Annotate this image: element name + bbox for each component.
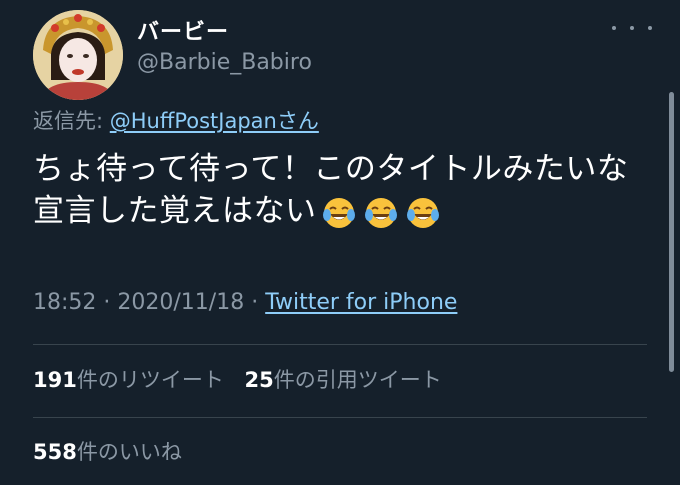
reply-to-line: 返信先: @HuffPostJapanさん xyxy=(33,105,319,135)
likes-count: 558 xyxy=(33,440,77,464)
tweet-detail: バービー @Barbie_Babiro 返信先: @HuffPostJapanさ… xyxy=(0,0,680,485)
tweet-meta: 18:52 · 2020/11/18 · Twitter for iPhone xyxy=(33,290,457,315)
retweets-stat[interactable]: 191件のリツイート xyxy=(33,368,224,392)
divider xyxy=(33,344,647,345)
meta-separator: · xyxy=(96,290,118,315)
face-with-tears-of-joy-icon xyxy=(406,197,439,228)
display-name[interactable]: バービー xyxy=(137,14,229,46)
quotes-label: 件の引用ツイート xyxy=(273,368,442,392)
retweets-count: 191 xyxy=(33,368,77,392)
quotes-stat[interactable]: 25件の引用ツイート xyxy=(245,368,442,392)
face-with-tears-of-joy-icon xyxy=(364,197,397,228)
meta-separator: · xyxy=(244,290,266,315)
retweets-label: 件のリツイート xyxy=(76,368,224,392)
reply-prefix: 返信先: xyxy=(33,109,110,133)
user-handle[interactable]: @Barbie_Babiro xyxy=(137,50,312,75)
divider xyxy=(33,417,647,418)
likes-label: 件のいいね xyxy=(76,440,182,464)
scrollbar[interactable] xyxy=(669,92,674,372)
likes-stat[interactable]: 558件のいいね xyxy=(33,436,182,466)
tweet-source-link[interactable]: Twitter for iPhone xyxy=(265,290,457,315)
avatar-image xyxy=(33,10,123,100)
more-options-icon[interactable] xyxy=(612,18,652,38)
engagement-stats: 191件のリツイート 25件の引用ツイート xyxy=(33,364,442,394)
tweet-date: 2020/11/18 xyxy=(117,290,245,315)
emoji-group xyxy=(321,195,441,231)
quotes-count: 25 xyxy=(244,368,274,392)
tweet-time: 18:52 xyxy=(33,290,97,315)
avatar[interactable] xyxy=(33,10,123,100)
reply-mention-link[interactable]: @HuffPostJapanさん xyxy=(110,109,319,133)
face-with-tears-of-joy-icon xyxy=(322,197,355,228)
tweet-text: ちょ待って待って！このタイトルみたいな宣言した覚えはない xyxy=(33,148,633,232)
